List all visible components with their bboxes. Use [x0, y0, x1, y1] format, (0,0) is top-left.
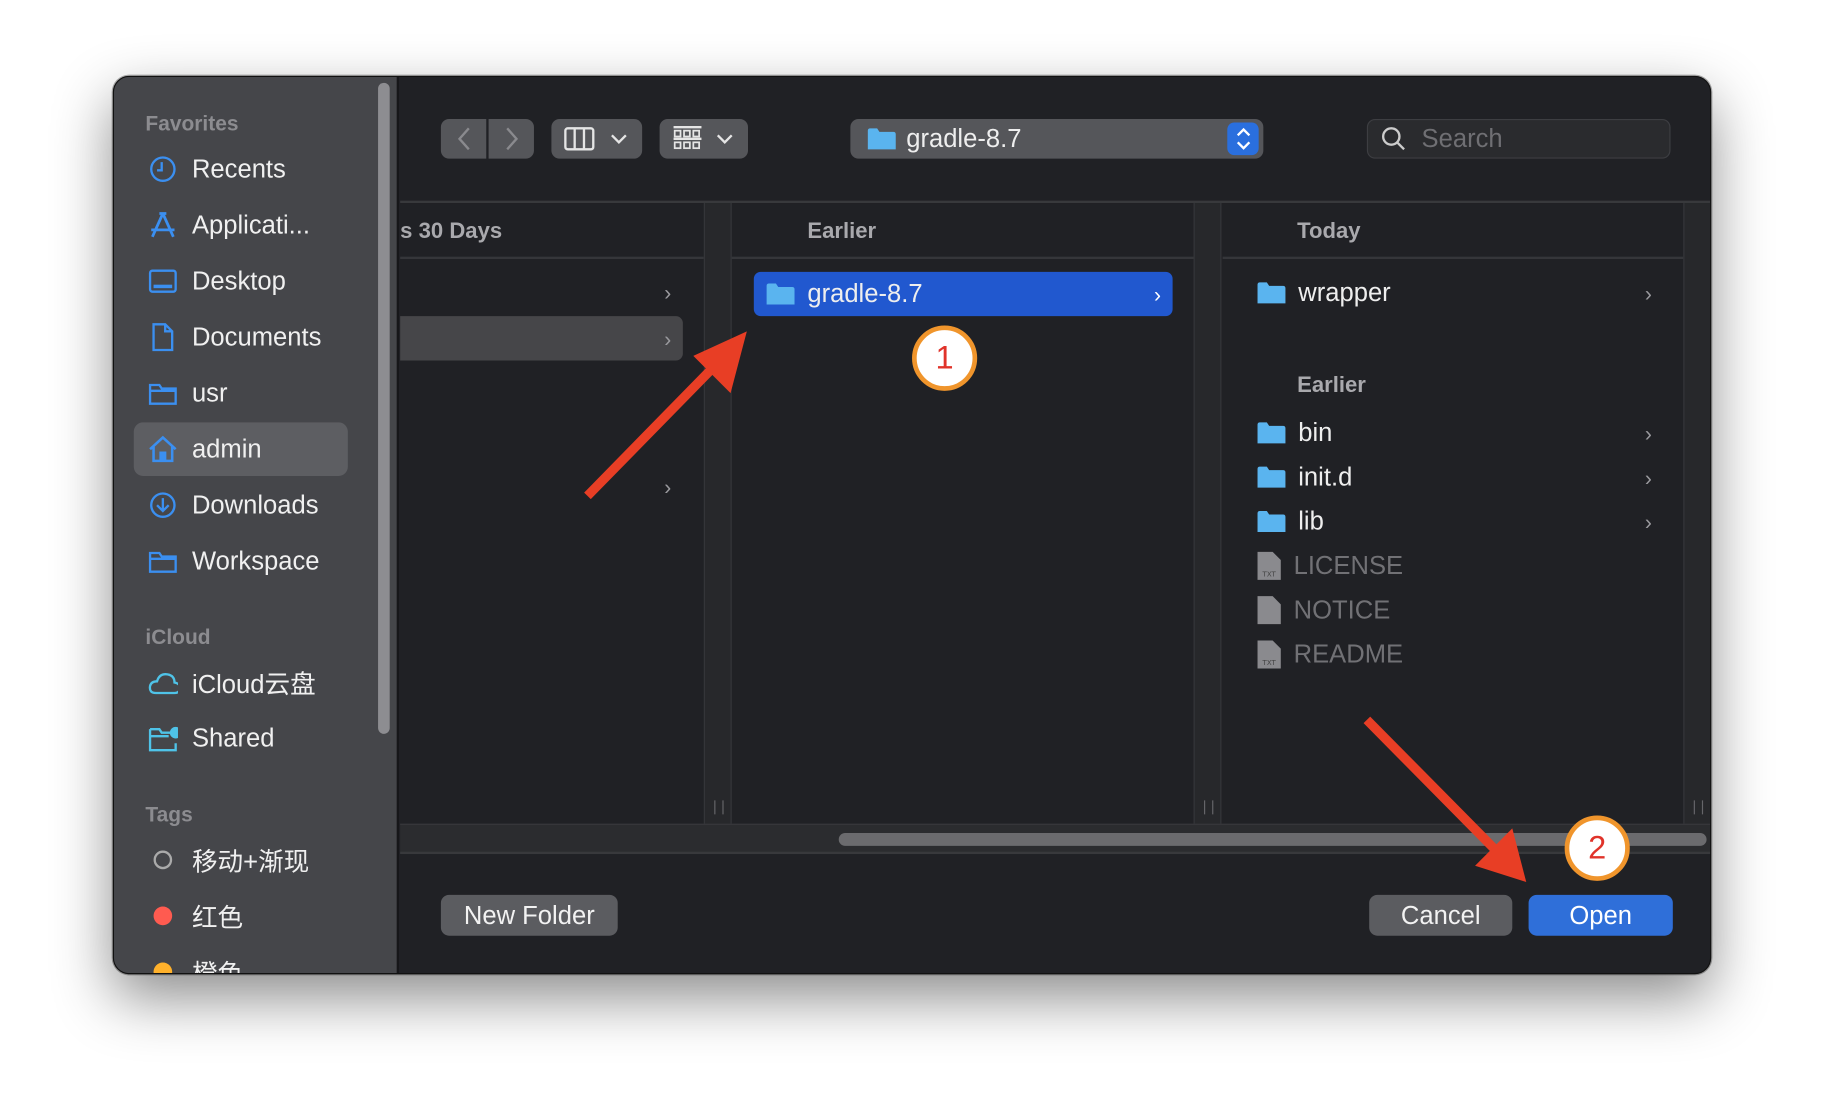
step-badge-1: 1	[912, 325, 978, 391]
arrow-annotation-2	[1363, 716, 1527, 883]
arrow-annotation-1	[584, 331, 747, 500]
step-badge-2: 2	[1564, 815, 1630, 881]
annotation-arrows	[584, 331, 1527, 883]
